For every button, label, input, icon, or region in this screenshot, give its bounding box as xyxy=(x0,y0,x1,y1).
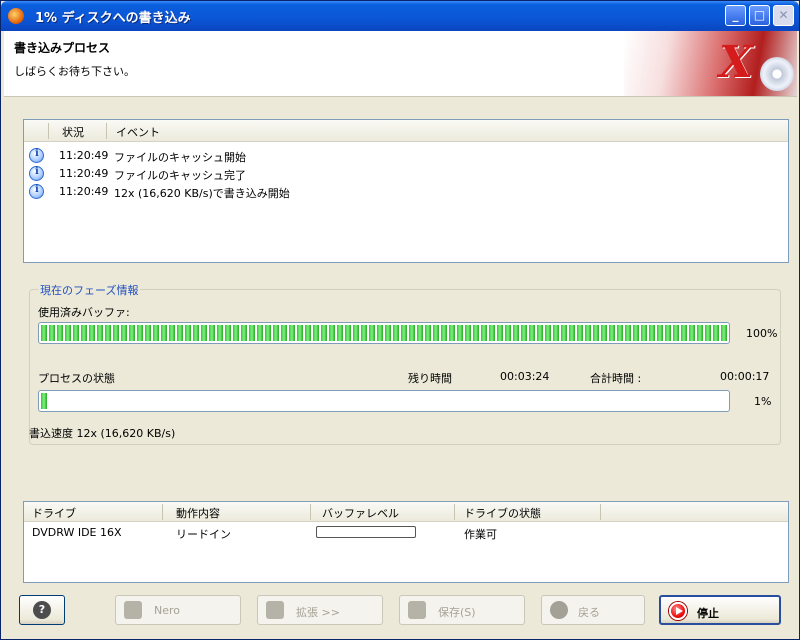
help-icon: ? xyxy=(33,601,51,619)
remaining-time-label: 残り時間 xyxy=(408,372,452,385)
process-status-label: プロセスの状態 xyxy=(38,372,115,385)
event-text: ファイルのキャッシュ完了 xyxy=(114,169,246,182)
column-header-event[interactable]: イベント xyxy=(116,124,160,140)
event-row[interactable]: 11:20:49 ファイルのキャッシュ開始 xyxy=(24,147,788,165)
info-icon xyxy=(29,148,44,163)
event-log-list[interactable]: 状況 イベント 11:20:49 ファイルのキャッシュ開始 11:20:49 フ… xyxy=(23,119,789,263)
burn-window: 1% ディスクへの書き込み _ □ ✕ 書き込みプロセス しばらくお待ち下さい。… xyxy=(0,0,800,640)
event-text: ファイルのキャッシュ開始 xyxy=(114,151,246,164)
column-header-drive-status[interactable]: ドライブの状態 xyxy=(464,505,541,521)
nero-button-label: Nero xyxy=(154,604,181,617)
help-button[interactable]: ? xyxy=(19,595,65,625)
stop-icon xyxy=(669,602,687,620)
nero-logo: X xyxy=(719,37,754,88)
current-phase-group: 現在のフェーズ情報 使用済みバッファ: 100% プロセスの状態 残り時間 00… xyxy=(29,282,781,445)
back-arrow-icon xyxy=(550,601,568,619)
back-button[interactable]: 戻る xyxy=(541,595,645,625)
disc-icon xyxy=(760,57,794,91)
back-button-label: 戻る xyxy=(578,606,600,619)
process-progress-bar xyxy=(38,390,730,412)
close-button[interactable]: ✕ xyxy=(773,5,794,26)
column-separator xyxy=(600,504,601,520)
window-title: 1% ディスクへの書き込み xyxy=(35,11,191,26)
total-time-label: 合計時間 : xyxy=(590,372,642,385)
save-button[interactable]: 保存(S) xyxy=(399,595,525,625)
nero-app-icon xyxy=(8,8,24,24)
process-percent: 1% xyxy=(754,395,772,408)
header-title: 書き込みプロセス xyxy=(14,41,111,55)
event-log-header: 状況 イベント xyxy=(24,120,788,142)
event-row[interactable]: 11:20:49 ファイルのキャッシュ完了 xyxy=(24,165,788,183)
expand-button[interactable]: 拡張 >> xyxy=(257,595,383,625)
column-separator xyxy=(454,504,455,520)
buffer-progress-bar xyxy=(38,322,730,344)
column-header-drive[interactable]: ドライブ xyxy=(32,505,76,521)
buffer-label: 使用済みバッファ: xyxy=(38,306,130,319)
floppy-disk-icon xyxy=(408,601,426,619)
info-icon xyxy=(29,184,44,199)
event-time: 11:20:49 xyxy=(59,149,109,162)
expand-button-label: 拡張 >> xyxy=(296,606,340,619)
stop-button-label: 停止 xyxy=(697,607,719,620)
event-time: 11:20:49 xyxy=(59,167,109,180)
event-row[interactable]: 11:20:49 12x (16,620 KB/s)で書き込み開始 xyxy=(24,183,788,201)
monitor-icon xyxy=(266,601,284,619)
column-separator xyxy=(106,123,107,139)
title-bar[interactable]: 1% ディスクへの書き込み _ □ ✕ xyxy=(1,1,799,31)
wizard-header: 書き込みプロセス しばらくお待ち下さい。 X xyxy=(4,31,797,97)
drive-action: リードイン xyxy=(176,528,231,541)
remaining-time-value: 00:03:24 xyxy=(500,370,550,383)
maximize-button[interactable]: □ xyxy=(749,5,770,26)
minimize-button[interactable]: _ xyxy=(725,5,746,26)
stop-button[interactable]: 停止 xyxy=(659,595,781,625)
column-header-buffer-level[interactable]: バッファレベル xyxy=(322,505,399,521)
nero-button[interactable]: Nero xyxy=(115,595,241,625)
info-icon xyxy=(29,166,44,181)
drive-list[interactable]: ドライブ 動作内容 バッファレベル ドライブの状態 DVDRW IDE 16X … xyxy=(23,501,789,583)
event-text: 12x (16,620 KB/s)で書き込み開始 xyxy=(114,187,290,200)
save-button-label: 保存(S) xyxy=(438,606,476,619)
drive-row[interactable]: DVDRW IDE 16X リードイン 作業可 xyxy=(24,524,788,542)
buffer-percent: 100% xyxy=(746,327,778,340)
drive-name: DVDRW IDE 16X xyxy=(32,526,122,539)
header-subtitle: しばらくお待ち下さい。 xyxy=(14,65,135,78)
total-time-value: 00:00:17 xyxy=(720,370,770,383)
write-speed-text: 書込速度 12x (16,620 KB/s) xyxy=(29,427,176,440)
phase-group-legend: 現在のフェーズ情報 xyxy=(38,282,141,298)
column-header-action[interactable]: 動作内容 xyxy=(176,505,220,521)
column-header-status[interactable]: 状況 xyxy=(62,124,84,140)
event-time: 11:20:49 xyxy=(59,185,109,198)
column-separator xyxy=(48,123,49,139)
process-progress-fill xyxy=(41,393,48,409)
nero-tool-icon xyxy=(124,601,142,619)
column-separator xyxy=(162,504,163,520)
buffer-progress-fill xyxy=(41,325,727,341)
column-separator xyxy=(310,504,311,520)
drive-list-header: ドライブ 動作内容 バッファレベル ドライブの状態 xyxy=(24,502,788,522)
drive-buffer-level-bar xyxy=(316,526,416,538)
drive-status: 作業可 xyxy=(464,528,497,541)
